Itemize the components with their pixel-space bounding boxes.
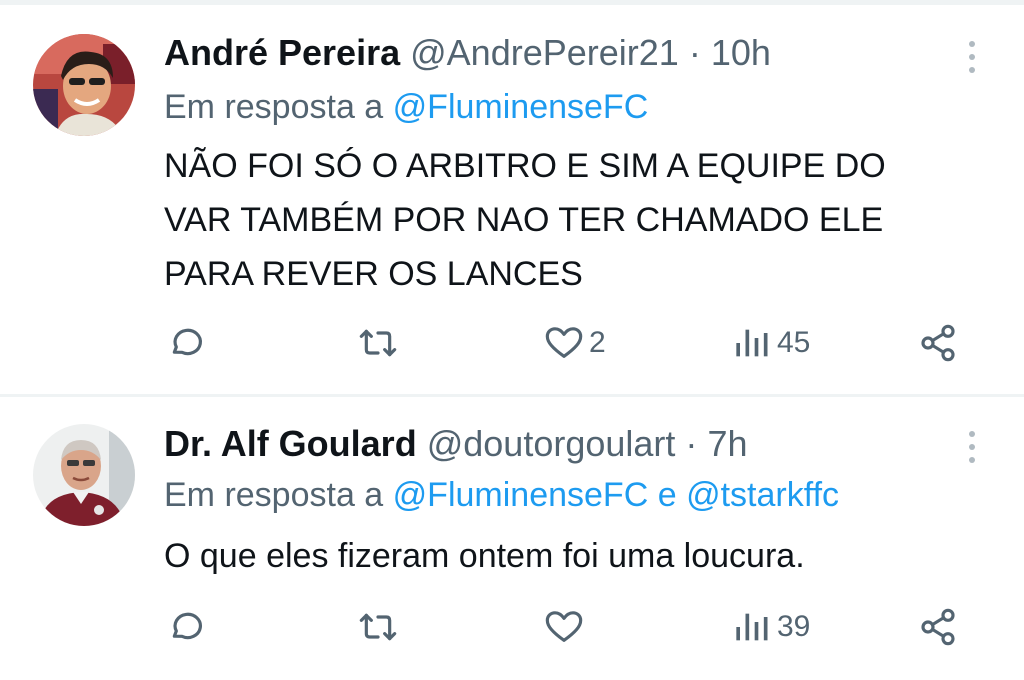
mention-link[interactable]: @FluminenseFC (393, 88, 649, 126)
author-handle[interactable]: @doutorgoulart (427, 423, 676, 464)
more-options-button[interactable] (962, 427, 982, 467)
reply-context: Em resposta a @FluminenseFC e @tstarkffc (164, 475, 839, 515)
author-name[interactable]: André Pereira (164, 32, 400, 73)
like-button[interactable] (543, 602, 589, 652)
mention-link[interactable]: @FluminenseFC (393, 476, 649, 514)
tweet-text-line: NÃO FOI SÓ O ARBITRO E SIM A EQUIPE DO (164, 147, 886, 185)
heart-icon (545, 327, 583, 358)
retweet-button[interactable] (356, 318, 400, 368)
tweet-header: Dr. Alf Goulard @doutorgoulart · 7h (164, 423, 747, 465)
tweet-card[interactable]: André Pereira @AndrePereir21 · 10h Em re… (0, 5, 1024, 395)
like-count: 2 (589, 326, 606, 359)
views-button[interactable]: 39 (733, 602, 810, 652)
heart-icon (545, 611, 583, 642)
tweet-text-line: VAR TAMBÉM POR NAO TER CHAMADO ELE (164, 201, 884, 239)
like-button[interactable]: 2 (543, 318, 606, 368)
views-icon (736, 329, 768, 357)
reply-button[interactable] (166, 602, 206, 652)
tweet-header: André Pereira @AndrePereir21 · 10h (164, 32, 771, 74)
reply-icon (172, 612, 202, 640)
share-button[interactable] (918, 318, 958, 368)
tweet-text: NÃO FOI SÓ O ARBITRO E SIM A EQUIPE DO V… (164, 139, 984, 301)
author-name[interactable]: Dr. Alf Goulard (164, 423, 417, 464)
tweet-text-line: PARA REVER OS LANCES (164, 255, 583, 293)
avatar[interactable] (33, 424, 135, 526)
reply-context: Em resposta a @FluminenseFC (164, 87, 648, 127)
share-icon (921, 608, 955, 646)
views-count: 39 (777, 610, 811, 643)
reply-joiner: e (657, 476, 677, 514)
retweet-button[interactable] (356, 602, 400, 652)
avatar[interactable] (33, 34, 135, 136)
timestamp[interactable]: 7h (707, 423, 747, 464)
views-count: 45 (777, 326, 811, 359)
action-bar: 39 (0, 602, 1024, 652)
views-icon (736, 613, 768, 641)
mention-link[interactable]: @tstarkffc (686, 476, 839, 514)
share-icon (921, 324, 955, 362)
action-bar: 2 45 (0, 318, 1024, 368)
separator-dot: · (688, 32, 701, 73)
tweet-text: O que eles fizeram ontem foi uma loucura… (164, 529, 984, 583)
reply-button[interactable] (166, 318, 206, 368)
views-button[interactable]: 45 (733, 318, 810, 368)
retweet-icon (359, 613, 397, 641)
separator-dot: · (685, 423, 698, 464)
timestamp[interactable]: 10h (711, 32, 771, 73)
reply-prefix: Em resposta a (164, 88, 384, 126)
tweet-text-line: O que eles fizeram ontem foi uma loucura… (164, 537, 805, 575)
reply-prefix: Em resposta a (164, 476, 384, 514)
author-handle[interactable]: @AndrePereir21 (410, 32, 679, 73)
tweet-card[interactable]: Dr. Alf Goulard @doutorgoulart · 7h Em r… (0, 397, 1024, 680)
share-button[interactable] (918, 602, 958, 652)
reply-icon (172, 328, 202, 356)
retweet-icon (359, 329, 397, 357)
more-options-button[interactable] (962, 37, 982, 77)
